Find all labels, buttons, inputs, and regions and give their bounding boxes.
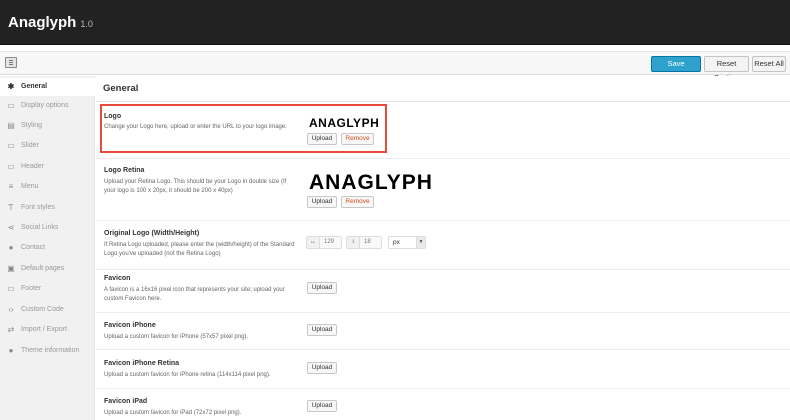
- favicon-upload-button[interactable]: Upload: [307, 282, 337, 294]
- row-divider: [96, 349, 790, 350]
- sidebar-item-social-links[interactable]: ⋖ Social Links: [0, 219, 95, 237]
- logo-retina-preview: ANAGLYPH: [309, 171, 433, 194]
- transfer-icon: ⇄: [7, 325, 15, 334]
- sidebar-item-label: Default pages: [21, 265, 65, 272]
- logo-unit-value: px: [393, 239, 400, 246]
- sidebar-item-label: Display options: [21, 102, 69, 109]
- logo-retina-remove-button[interactable]: Remove: [341, 196, 374, 208]
- app-header: Anaglyph 1.0: [0, 0, 790, 45]
- section-divider: [96, 101, 790, 102]
- gear-icon: ✱: [7, 82, 15, 91]
- sidebar-item-default-pages[interactable]: ▣ Default pages: [0, 260, 95, 278]
- row-divider: [96, 388, 790, 389]
- sidebar-item-general[interactable]: ✱ General: [0, 78, 96, 96]
- favicon-ipad-upload-button[interactable]: Upload: [307, 400, 337, 412]
- sidebar-item-label: Font styles: [21, 204, 55, 211]
- sidebar-item-import-export[interactable]: ⇄ Import / Export: [0, 321, 95, 339]
- favicon-description: A favicon is a 16x16 pixel icon that rep…: [104, 287, 285, 302]
- favicon-ipad-title: Favicon iPad: [104, 398, 148, 405]
- sidebar-item-label: Custom Code: [21, 306, 64, 313]
- row-divider: [96, 312, 790, 313]
- sidebar-item-label: Menu: [21, 183, 39, 190]
- favicon-iphone-upload-button[interactable]: Upload: [307, 324, 337, 336]
- favicon-ipad-description: Upload a custom favicon for iPad (72x72 …: [104, 410, 242, 416]
- sidebar-item-label: Styling: [21, 122, 43, 129]
- width-arrows-icon: ↔: [307, 237, 320, 248]
- monitor-icon: ▭: [7, 101, 15, 110]
- menu-icon: ≡: [8, 182, 14, 191]
- sidebar-item-label: Import / Export: [21, 326, 67, 333]
- favicon-iphone-retina-description: Upload a custom favicon for iPhone retin…: [104, 372, 271, 378]
- sidebar: ✱ General ▭ Display options ▤ Styling ▭ Slid…: [0, 76, 96, 420]
- original-logo-description: If Retina Logo uploaded, please enter th…: [104, 242, 295, 257]
- row-divider: [96, 220, 790, 221]
- sidebar-item-label: Slider: [21, 142, 39, 149]
- favicon-iphone-retina-title: Favicon iPhone Retina: [104, 360, 180, 367]
- reset-all-button[interactable]: Reset All: [752, 56, 786, 72]
- code-icon: ‹›: [8, 305, 14, 314]
- brush-icon: ▤: [7, 121, 15, 130]
- app-version: 1.0: [80, 19, 93, 29]
- sidebar-item-display-options[interactable]: ▭ Display options: [0, 97, 95, 115]
- sidebar-item-label: Theme information: [21, 347, 80, 354]
- sidebar-item-font-styles[interactable]: Ƭ Font styles: [0, 199, 95, 217]
- logo-retina-upload-button[interactable]: Upload: [307, 196, 337, 208]
- favicon-title: Favicon: [104, 275, 131, 282]
- logo-width-input[interactable]: ↔ 129: [306, 236, 342, 249]
- save-changes-button[interactable]: Save Changes: [651, 56, 701, 82]
- chevron-down-icon: ▼: [416, 237, 425, 248]
- logo-unit-select[interactable]: px ▼: [388, 236, 426, 249]
- logo-height-input[interactable]: ↕ 18: [346, 236, 382, 249]
- logo-retina-description: Upload your Retina Logo. This should be …: [104, 179, 287, 194]
- original-logo-title: Original Logo (Width/Height): [104, 230, 200, 237]
- sidebar-item-header[interactable]: ▭ Header: [0, 158, 95, 176]
- sidebar-item-label: Social Links: [21, 224, 59, 231]
- sidebar-item-contact[interactable]: ● Contact: [0, 239, 95, 257]
- sidebar-item-label: Contact: [21, 244, 46, 251]
- logo-width-value: 129: [324, 239, 335, 245]
- sidebar-item-label: Header: [21, 163, 44, 170]
- share-icon: ⋖: [7, 223, 15, 232]
- sidebar-item-menu[interactable]: ≡ Menu: [0, 178, 95, 196]
- app-title: Anaglyph 1.0: [8, 14, 93, 31]
- logo-highlight-box: [100, 104, 387, 153]
- favicon-iphone-description: Upload a custom favicon for iPhone (57x5…: [104, 334, 249, 340]
- app-title-text: Anaglyph: [8, 14, 77, 31]
- options-toolbar: Save Changes Reset Section Reset All: [0, 51, 790, 82]
- favicon-iphone-title: Favicon iPhone: [104, 322, 156, 329]
- height-arrows-icon: ↕: [347, 237, 360, 248]
- sidebar-item-footer[interactable]: ▭ Footer: [0, 280, 95, 298]
- info-icon: ●: [8, 346, 14, 355]
- sidebar-item-slider[interactable]: ▭ Slider: [0, 137, 95, 155]
- header-icon: ▭: [7, 162, 15, 171]
- row-divider: [96, 158, 790, 159]
- logo-retina-title: Logo Retina: [104, 167, 145, 174]
- sidebar-item-label: Footer: [21, 285, 42, 292]
- sidebar-item-label: General: [21, 83, 48, 90]
- section-title: General: [103, 83, 139, 94]
- sidebar-toggle-icon[interactable]: [5, 57, 17, 68]
- pages-icon: ▣: [7, 264, 15, 273]
- sidebar-item-theme-information[interactable]: ● Theme information: [0, 342, 95, 360]
- sidebar-item-styling[interactable]: ▤ Styling: [0, 117, 95, 135]
- slider-icon: ▭: [7, 141, 15, 150]
- reset-section-button[interactable]: Reset Section: [704, 56, 749, 82]
- map-pin-icon: ●: [8, 243, 14, 252]
- sidebar-item-custom-code[interactable]: ‹› Custom Code: [0, 301, 95, 319]
- favicon-iphone-retina-upload-button[interactable]: Upload: [307, 362, 337, 374]
- font-icon: Ƭ: [8, 203, 14, 212]
- row-divider: [96, 269, 790, 270]
- logo-height-value: 18: [364, 239, 371, 245]
- footer-icon: ▭: [7, 284, 15, 293]
